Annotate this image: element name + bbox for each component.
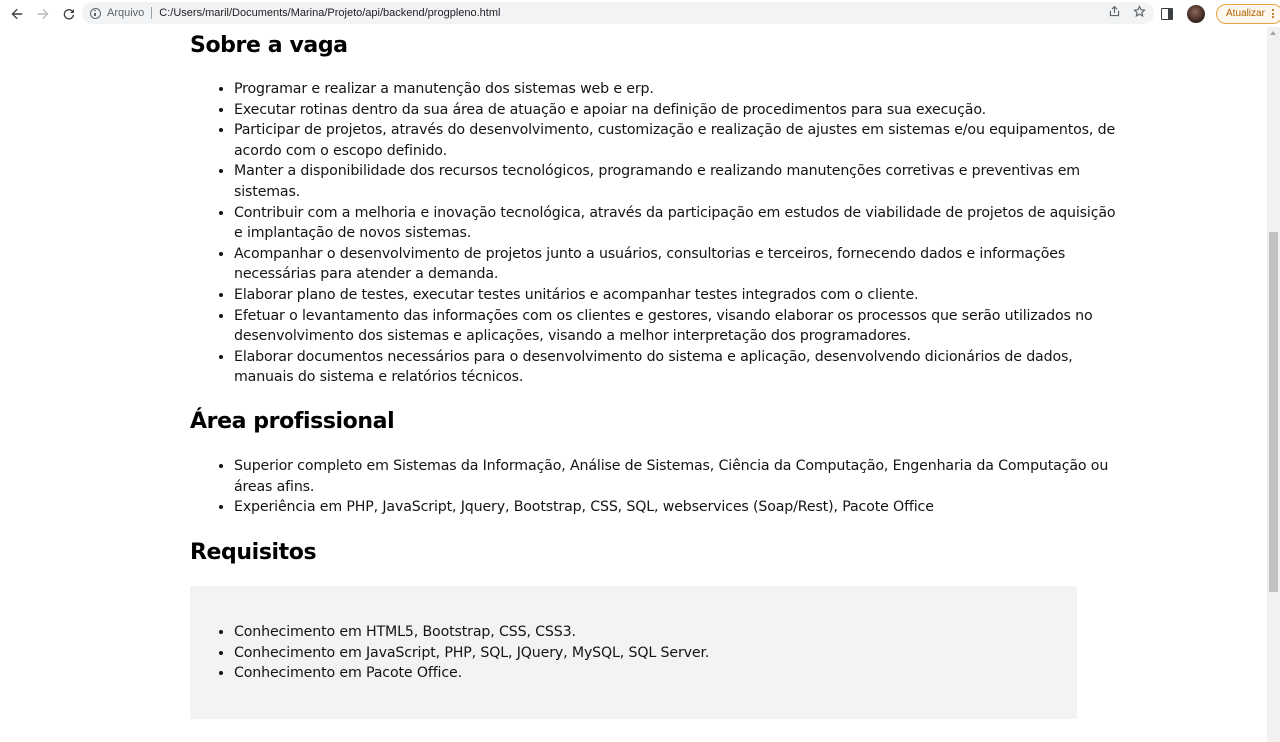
list-item: Experiência em PHP, JavaScript, Jquery, … xyxy=(234,497,1121,518)
info-icon[interactable] xyxy=(90,7,101,19)
list-item: Manter a disponibilidade dos recursos te… xyxy=(234,161,1121,202)
area-list: Superior completo em Sistemas da Informa… xyxy=(190,456,1121,518)
sobre-list: Programar e realizar a manutenção dos si… xyxy=(190,79,1121,388)
section-heading-sobre: Sobre a vaga xyxy=(190,33,348,58)
list-item: Programar e realizar a manutenção dos si… xyxy=(234,79,1121,100)
list-item: Elaborar documentos necessários para o d… xyxy=(234,347,1121,388)
list-item: Conhecimento em Pacote Office. xyxy=(234,663,1121,684)
scroll-up-arrow-icon[interactable] xyxy=(1270,31,1276,35)
address-bar[interactable]: Arquivo C:/Users/maril/Documents/Marina/… xyxy=(82,2,1154,24)
arrow-left-icon[interactable] xyxy=(5,2,29,26)
requisitos-list: Conhecimento em HTML5, Bootstrap, CSS, C… xyxy=(190,622,1121,684)
requisitos-box: Conhecimento em HTML5, Bootstrap, CSS, C… xyxy=(190,586,1077,719)
kebab-menu-icon[interactable] xyxy=(1271,9,1274,18)
section-heading-area: Área profissional xyxy=(190,409,395,434)
page-scrollbar[interactable] xyxy=(1267,27,1280,742)
arrow-right-icon[interactable] xyxy=(31,2,55,26)
toolbar-right: Atualizar xyxy=(1159,3,1280,24)
list-item: Elaborar plano de testes, executar teste… xyxy=(234,285,1121,306)
list-item: Conhecimento em HTML5, Bootstrap, CSS, C… xyxy=(234,622,1121,643)
side-panel-icon[interactable] xyxy=(1161,7,1173,20)
scheme-label: Arquivo xyxy=(107,7,145,19)
section-heading-requisitos: Requisitos xyxy=(190,540,317,565)
url-text[interactable]: C:/Users/maril/Documents/Marina/Projeto/… xyxy=(159,7,500,19)
star-icon[interactable] xyxy=(1133,5,1146,21)
scrollbar-thumb[interactable] xyxy=(1269,232,1278,592)
list-item: Executar rotinas dentro da sua área de a… xyxy=(234,100,1121,121)
list-item: Acompanhar o desenvolvimento de projetos… xyxy=(234,244,1121,285)
list-item: Contribuir com a melhoria e inovação tec… xyxy=(234,203,1121,244)
browser-toolbar: Arquivo C:/Users/maril/Documents/Marina/… xyxy=(0,0,1280,27)
avatar[interactable] xyxy=(1187,4,1205,23)
url-separator xyxy=(151,7,153,19)
list-item: Superior completo em Sistemas da Informa… xyxy=(234,456,1121,497)
omnibox-actions xyxy=(1108,2,1146,24)
update-button[interactable]: Atualizar xyxy=(1216,3,1280,24)
list-item: Conhecimento em JavaScript, PHP, SQL, JQ… xyxy=(234,643,1121,664)
list-item: Efetuar o levantamento das informações c… xyxy=(234,306,1121,347)
list-item: Participar de projetos, através do desen… xyxy=(234,120,1121,161)
reload-icon[interactable] xyxy=(57,2,81,26)
share-icon[interactable] xyxy=(1108,5,1121,21)
update-label: Atualizar xyxy=(1226,8,1265,19)
